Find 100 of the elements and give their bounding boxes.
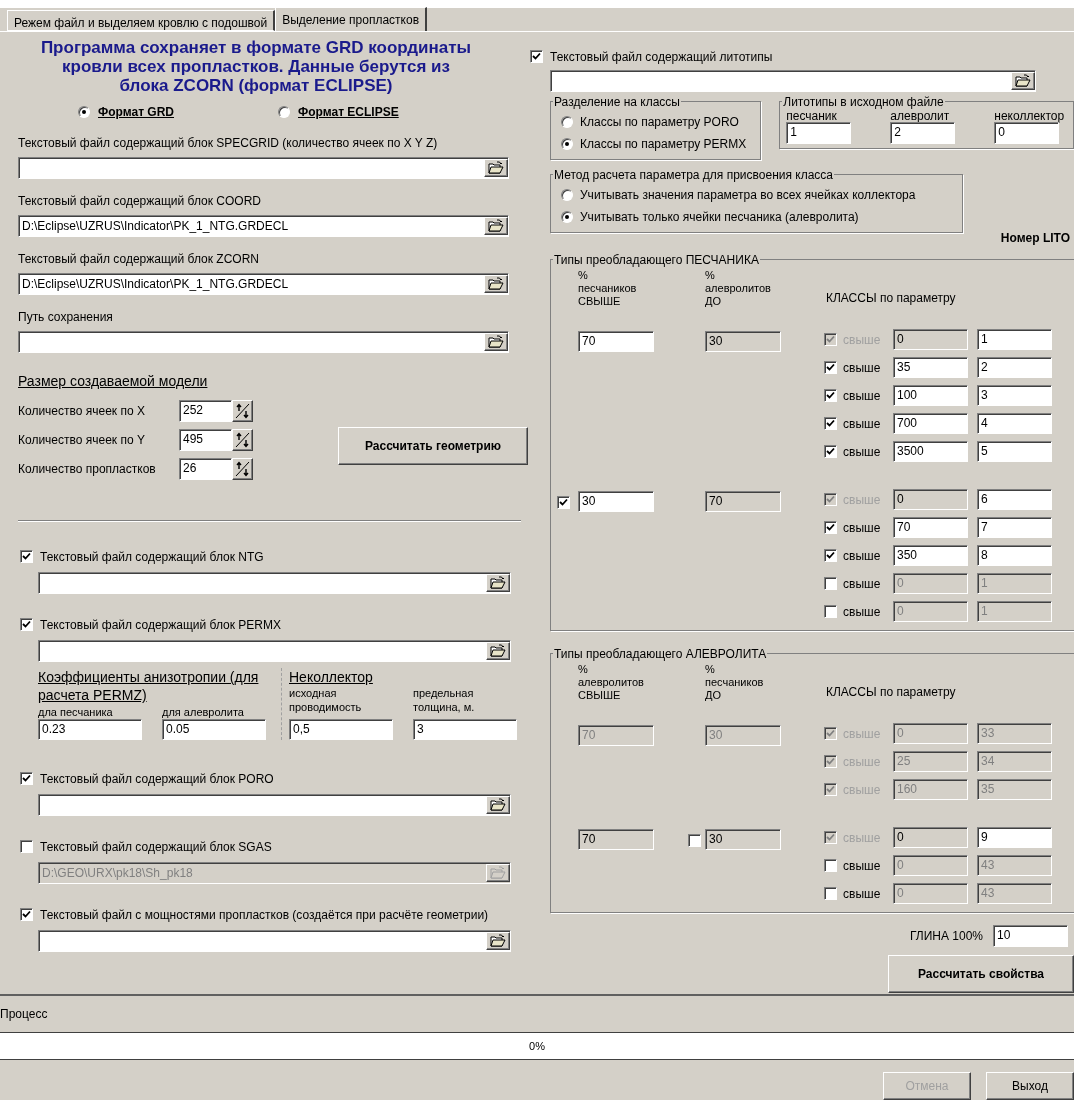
browse-button[interactable] (484, 332, 508, 351)
text-field[interactable]: 8 (977, 545, 1052, 567)
action-button[interactable]: Выход (986, 1072, 1074, 1100)
browse-button[interactable] (486, 795, 510, 814)
radio-label: Классы по параметру PERMX (580, 135, 747, 153)
file-path-field[interactable] (18, 330, 509, 353)
folder-icon (490, 866, 506, 880)
text-field[interactable]: 3500 (893, 441, 968, 463)
file-path-field[interactable]: D:\Eclipse\UZRUS\Indicator\PK_1_NTG.GRDECL (18, 214, 509, 237)
text-field[interactable]: 70 (578, 828, 654, 850)
text-field[interactable]: 30 (705, 330, 781, 352)
number-field[interactable]: 26 (179, 457, 232, 480)
browse-button[interactable] (484, 216, 508, 235)
checkbox[interactable] (824, 859, 837, 873)
column-header: % алевролитов СВЫШЕ (578, 662, 645, 702)
radio-label: Классы по параметру PORO (580, 113, 739, 131)
checkbox-label: Текстовый файл с мощностями пропластков (создаётся при расчёте геометрии) (40, 906, 489, 924)
file-path-field[interactable] (550, 69, 1036, 92)
checkbox-label: свыше (843, 415, 882, 433)
group-title: Метод расчета параметра для присвоения класса (553, 166, 835, 184)
spin-button[interactable] (232, 399, 253, 422)
column-header: % песчаников СВЫШЕ (578, 268, 638, 308)
browse-button[interactable] (486, 931, 510, 950)
checkbox[interactable] (824, 417, 837, 431)
text-field[interactable]: 2 (890, 121, 956, 144)
browse-button[interactable] (486, 573, 510, 592)
action-button[interactable]: Рассчитать геометрию (338, 426, 528, 465)
folder-icon (490, 576, 506, 590)
text-field[interactable]: 70 (893, 517, 968, 539)
action-button[interactable]: Рассчитать свойства (888, 954, 1074, 993)
text-field[interactable]: 2 (977, 357, 1052, 379)
spin-button[interactable] (232, 457, 253, 480)
text-field[interactable]: 3 (413, 718, 517, 740)
checkbox[interactable] (688, 833, 701, 847)
checkbox[interactable] (20, 550, 33, 564)
radio-button[interactable] (561, 115, 573, 128)
browse-button[interactable] (486, 641, 510, 660)
text-field[interactable]: 7 (977, 517, 1052, 539)
checkbox[interactable] (824, 549, 837, 563)
folder-icon (488, 219, 504, 233)
file-path-field[interactable] (38, 571, 511, 594)
file-path-field[interactable] (38, 639, 511, 662)
file-path-field[interactable] (38, 929, 511, 952)
file-path-field[interactable]: D:\Eclipse\UZRUS\Indicator\PK_1_NTG.GRDECL (18, 272, 509, 295)
process-label: Процесс (0, 1006, 48, 1024)
text-field[interactable]: 100 (893, 385, 968, 407)
text-field[interactable]: 30 (578, 490, 654, 512)
checkbox[interactable] (20, 772, 33, 786)
number-field[interactable]: 252 (179, 399, 232, 422)
text-field[interactable]: 0.05 (162, 718, 266, 740)
up-down-arrows-icon (235, 402, 250, 419)
section-title: Неколлектор (289, 667, 374, 686)
checkbox-label: Текстовый файл содержащий литотипы (550, 48, 773, 66)
text-field[interactable]: 3 (977, 385, 1052, 407)
column-header: % песчаников ДО (705, 662, 765, 702)
tab[interactable]: Режем файл и выделяем кровлю с подошвой (7, 9, 276, 31)
tab[interactable]: Выделение пропластков (275, 6, 428, 31)
folder-icon (488, 277, 504, 291)
field-label: Количество ячеек по Y (18, 431, 146, 449)
checkbox[interactable] (824, 361, 837, 375)
checkbox[interactable] (824, 389, 837, 403)
spin-button[interactable] (232, 428, 253, 451)
browse-button[interactable] (484, 274, 508, 293)
checkbox[interactable] (824, 887, 837, 901)
checkbox[interactable] (20, 908, 33, 922)
text-field[interactable]: 4 (977, 413, 1052, 435)
text-field[interactable]: 70 (705, 490, 781, 512)
up-down-arrows-icon (235, 460, 250, 477)
checkbox[interactable] (824, 445, 837, 459)
checkbox[interactable] (20, 618, 33, 632)
field-label: Количество пропластков (18, 460, 157, 478)
field-label: алевролит (890, 108, 951, 122)
radio-button[interactable] (78, 105, 90, 118)
folder-icon (490, 934, 506, 948)
checkbox[interactable] (824, 577, 837, 591)
file-path-field[interactable] (18, 156, 509, 179)
text-field[interactable]: 10 (993, 924, 1068, 947)
checkbox[interactable] (530, 50, 543, 64)
text-field[interactable]: 350 (893, 545, 968, 567)
text-field[interactable]: 30 (705, 828, 781, 850)
file-path-field[interactable] (38, 793, 511, 816)
browse-button[interactable] (1011, 71, 1035, 90)
text-field[interactable]: 5 (977, 441, 1052, 463)
checkbox-label: свыше (843, 603, 882, 621)
text-field[interactable]: 0,5 (289, 718, 393, 740)
browse-button[interactable] (484, 158, 508, 177)
section-title: Размер создаваемой модели (18, 371, 209, 391)
radio-button[interactable] (278, 105, 290, 118)
text-field[interactable]: 0.23 (38, 718, 142, 740)
text-field[interactable]: 70 (578, 330, 654, 352)
text-field[interactable]: 1 (786, 121, 852, 144)
checkbox-label: свыше (843, 885, 882, 903)
checkbox[interactable] (824, 605, 837, 619)
checkbox[interactable] (824, 521, 837, 535)
number-field[interactable]: 495 (179, 428, 232, 451)
text-field[interactable]: 700 (893, 413, 968, 435)
checkbox-label: Текстовый файл содержащий блок PORO (40, 770, 274, 788)
text-field[interactable]: 35 (893, 357, 968, 379)
checkbox[interactable] (557, 495, 570, 509)
column-title: Номер LITO (1000, 229, 1070, 247)
